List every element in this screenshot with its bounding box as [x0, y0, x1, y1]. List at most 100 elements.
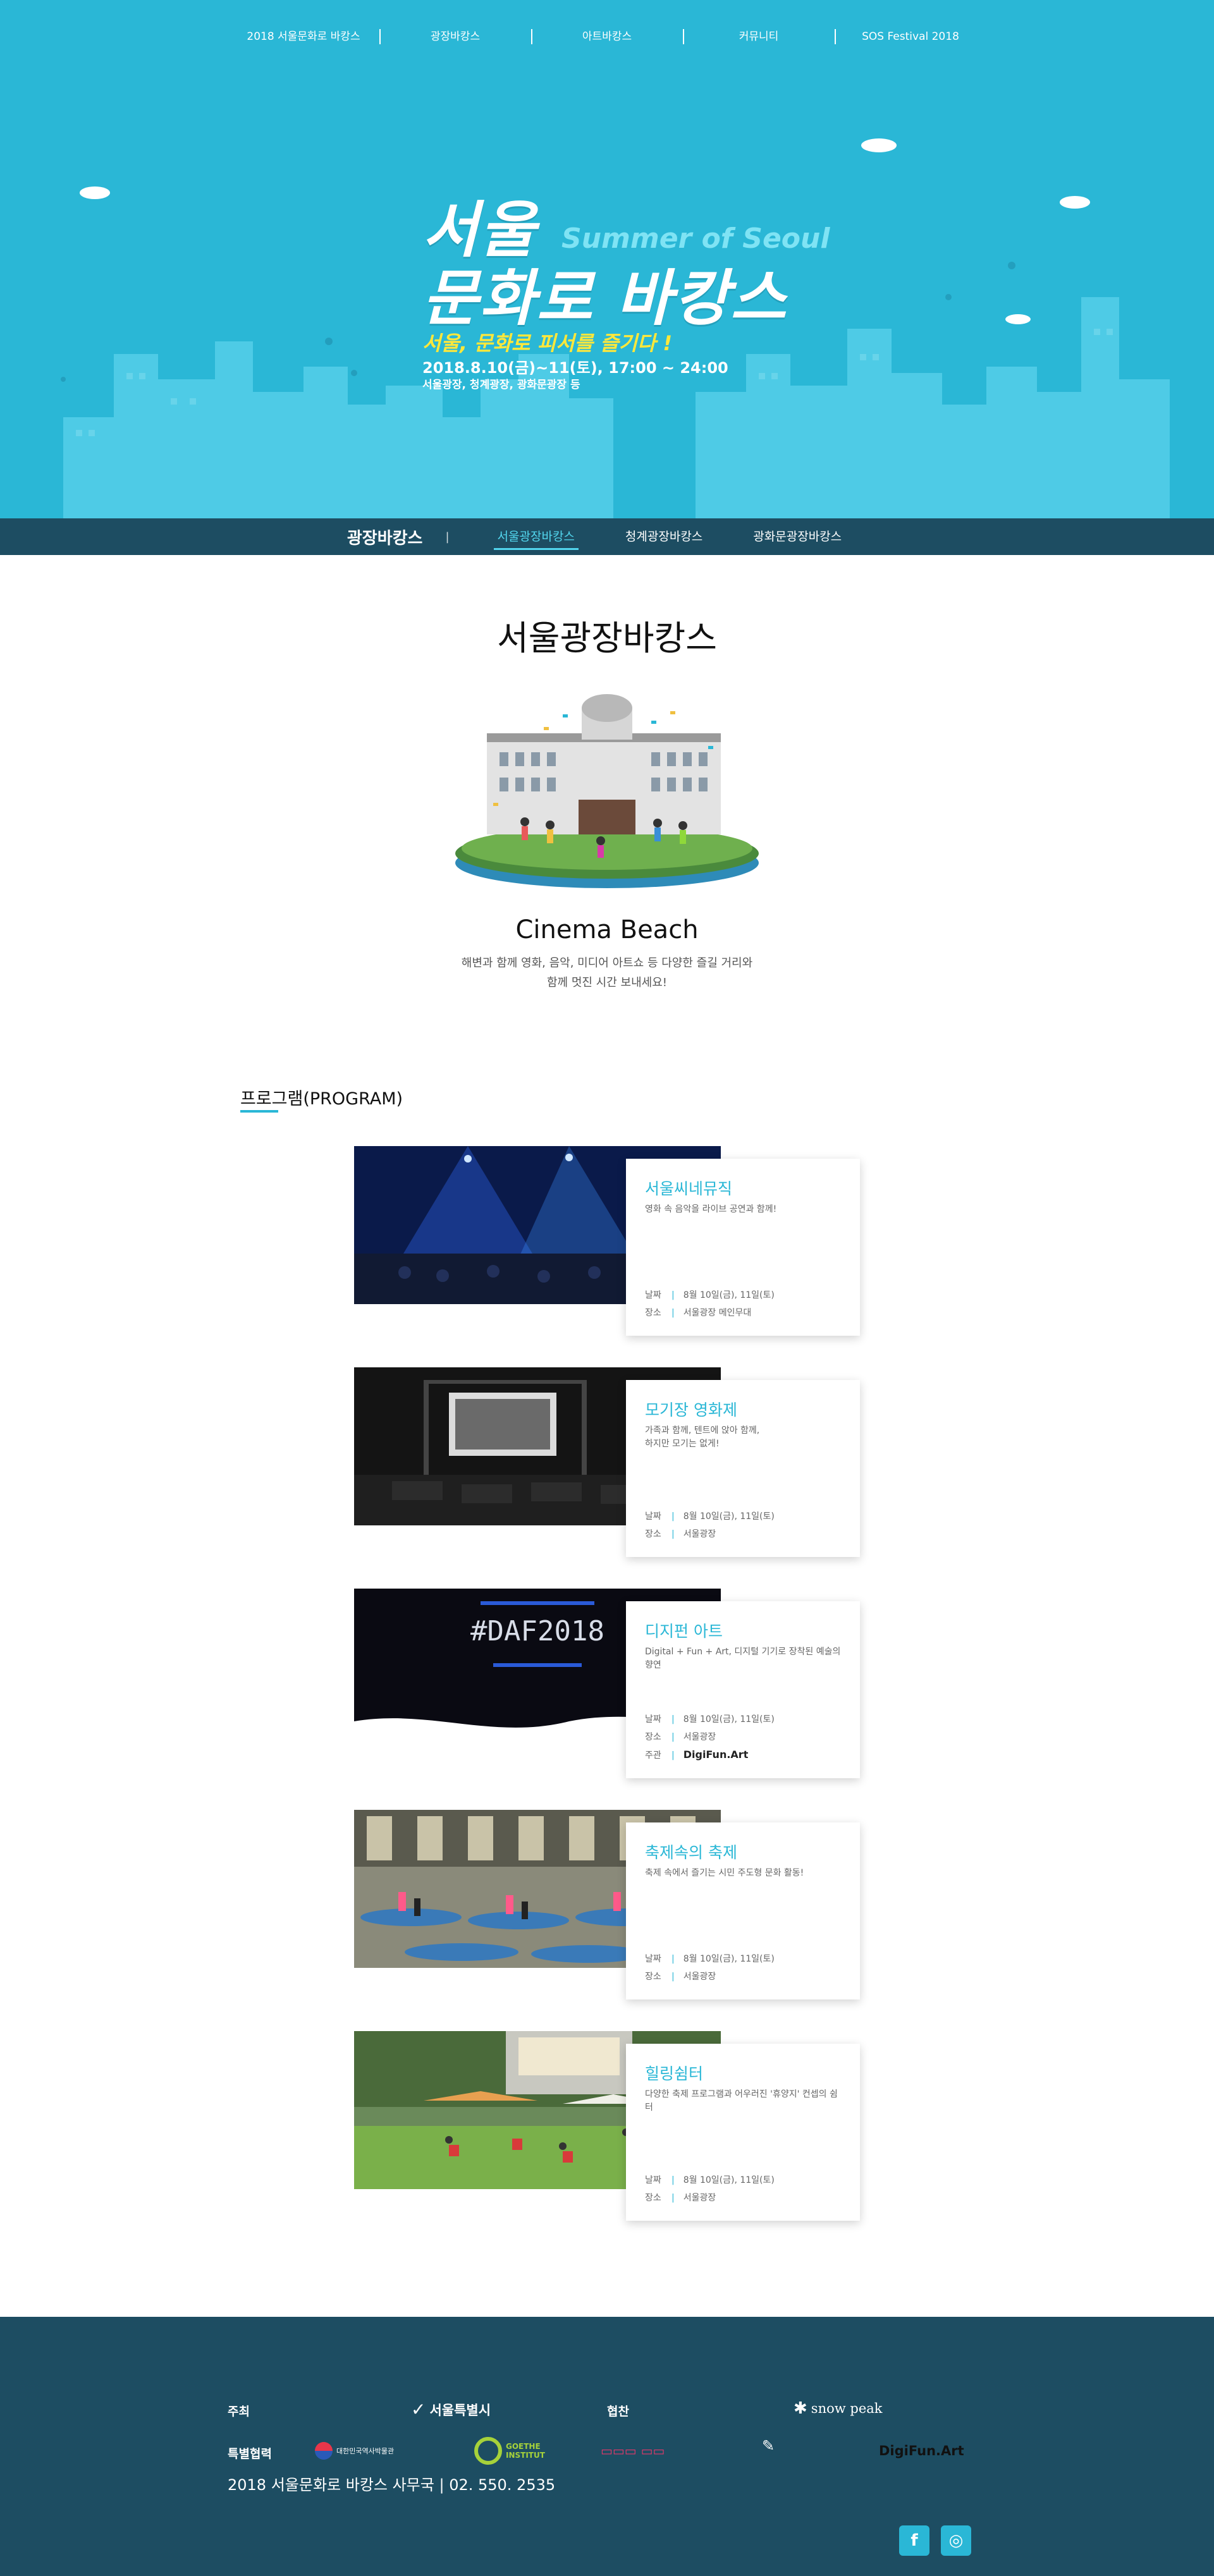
info-divider: |	[671, 1308, 675, 1318]
facebook-icon[interactable]: f	[899, 2525, 929, 2556]
info-value: 8월 10일(금), 11일(토)	[683, 1290, 775, 1300]
program-description: 다양한 축제 프로그램과 어우러진 '휴양지' 컨셉의 쉼터	[645, 2088, 841, 2115]
seoul-city-logo[interactable]: ✓ 서울특별시	[411, 2399, 491, 2420]
info-divider: |	[671, 1750, 675, 1761]
program-heading: 프로그램(PROGRAM)	[240, 1089, 403, 1109]
info-key: 날짜	[645, 1954, 661, 1964]
partner-logo-pink[interactable]: ▭▭▭ ▭▭	[601, 2443, 665, 2458]
info-divider: |	[671, 1529, 675, 1539]
program-info: 날짜 | 8월 10일(금), 11일(토) 장소 | 서울광장	[645, 1508, 775, 1543]
partner-logo-script[interactable]: ✎	[762, 2437, 775, 2455]
info-row-date: 날짜 | 8월 10일(금), 11일(토)	[645, 1286, 775, 1304]
program-desc-line1: 가족과 함께, 텐트에 앉아 함께,	[645, 1425, 760, 1436]
tab-seoul-plaza[interactable]: 서울광장바캉스	[493, 518, 579, 555]
info-row-place: 장소 | 서울광장	[645, 1525, 775, 1543]
info-row-place: 장소 | 서울광장	[645, 2189, 775, 2207]
info-key: 날짜	[645, 2175, 661, 2185]
program-card[interactable]: 서울씨네뮤직 영화 속 음악을 라이브 공연과 함께! 날짜 | 8월 10일(금)…	[626, 1159, 860, 1336]
footer-contact: 2018 서울문화로 바캉스 사무국 | 02. 550. 2535	[228, 2476, 556, 2494]
program-heading-underline	[240, 1110, 278, 1113]
info-value: 서울광장	[683, 2193, 716, 2203]
info-value: 서울광장	[683, 1529, 716, 1539]
info-key: 주관	[645, 1750, 661, 1761]
footer-sponsor-label: 협찬	[607, 2405, 629, 2419]
top-navigation: 2018 서울문화로 바캉스 광장바캉스 아트바캉스 커뮤니티 SOS Fest…	[0, 25, 1214, 48]
info-row-date: 날짜 | 8월 10일(금), 11일(토)	[645, 1711, 775, 1728]
info-row-place: 장소 | 서울광장	[645, 1728, 775, 1746]
page-title: 서울광장바캉스	[497, 618, 717, 658]
program-name: 힐링쉼터	[645, 2065, 704, 2083]
hero-title: 서울 문화로 바캉스 Summer of Seoul	[422, 196, 830, 333]
info-divider: |	[671, 1972, 675, 1982]
sub-nav-separator: |	[445, 530, 450, 544]
footer-host-label: 주최	[228, 2405, 250, 2419]
top-nav-item-art-vacance[interactable]: 아트바캉스	[531, 25, 683, 48]
goethe-circle-icon	[474, 2437, 502, 2465]
goethe-institut-logo[interactable]: GOETHE INSTITUT	[474, 2437, 556, 2465]
tab-gwanghwamun-plaza[interactable]: 광화문광장바캉스	[753, 518, 842, 555]
digifun-footer-logo[interactable]: DigiFun.Art	[879, 2443, 964, 2458]
info-key: 날짜	[645, 1290, 661, 1300]
program-card[interactable]: 모기장 영화제 가족과 함께, 텐트에 앉아 함께, 하지만 모기는 없게! 날…	[626, 1380, 860, 1557]
seoul-city-icon: ✓	[411, 2399, 426, 2420]
program-name: 축제속의 축제	[645, 1843, 737, 1862]
info-key: 날짜	[645, 1511, 661, 1522]
snowflake-icon: ✱	[794, 2399, 807, 2418]
top-nav-item-sos-festival[interactable]: SOS Festival 2018	[835, 25, 986, 48]
program-card[interactable]: 디지펀 아트 Digital + Fun + Art, 디지털 기기로 장착된 …	[626, 1601, 860, 1778]
page: 2018 서울문화로 바캉스 광장바캉스 아트바캉스 커뮤니티 SOS Fest…	[0, 0, 1214, 2576]
cinema-beach-title: Cinema Beach	[515, 915, 699, 944]
footer-partner-label: 특별협력	[228, 2447, 272, 2461]
program-name: 모기장 영화제	[645, 1401, 737, 1419]
program-name: 서울씨네뮤직	[645, 1180, 733, 1198]
seoul-plaza-illustration	[455, 694, 759, 888]
program-info: 날짜 | 8월 10일(금), 11일(토) 장소 | 서울광장 주관 | DigiFun.…	[645, 1711, 775, 1764]
program-item: #DAF2018 디지펀 아트 Digital + Fun + Art, 디지털…	[354, 1589, 860, 1778]
top-nav-item-community[interactable]: 커뮤니티	[683, 25, 835, 48]
info-divider: |	[671, 2193, 675, 2203]
info-divider: |	[671, 1290, 675, 1300]
seoul-city-text: 서울특별시	[429, 2402, 491, 2418]
hero-subtitle: Summer of Seoul	[561, 223, 830, 255]
program-info: 날짜 | 8월 10일(금), 11일(토) 장소 | 서울광장	[645, 1950, 775, 1986]
sub-nav-title: 광장바캉스	[346, 528, 423, 548]
sub-navigation: 광장바캉스 | 서울광장바캉스 청계광장바캉스 광화문광장바캉스	[0, 518, 1214, 555]
program-desc-line2: 하지만 모기는 없게!	[645, 1439, 720, 1449]
history-museum-text: 대한민국역사박물관	[336, 2447, 395, 2455]
history-museum-logo[interactable]: 대한민국역사박물관	[315, 2442, 394, 2460]
info-value: 서울광장	[683, 1732, 716, 1742]
pink-logo-mark: ▭▭▭ ▭▭	[601, 2443, 665, 2458]
info-divider: |	[671, 1714, 675, 1724]
info-value: 8월 10일(금), 11일(토)	[683, 1954, 775, 1964]
hero-slogan: 서울, 문화로 피서를 즐기다 !	[422, 331, 673, 355]
program-item: 힐링쉼터 다양한 축제 프로그램과 어우러진 '휴양지' 컨셉의 쉼터 날짜 | 8…	[354, 2031, 860, 2221]
digifun-footer-text: DigiFun.Art	[879, 2443, 964, 2458]
info-divider: |	[671, 1511, 675, 1522]
program-card[interactable]: 힐링쉼터 다양한 축제 프로그램과 어우러진 '휴양지' 컨셉의 쉼터 날짜 | 8…	[626, 2044, 860, 2221]
program-desc-line1: Digital + Fun + Art, 디지털 기기로 장착된 예술의 향연	[645, 1647, 841, 1670]
info-value: 8월 10일(금), 11일(토)	[683, 1511, 775, 1522]
taegeuk-icon	[315, 2442, 333, 2460]
program-card[interactable]: 축제속의 축제 축제 속에서 즐기는 시민 주도형 문화 활동! 날짜 | 8월 1…	[626, 1822, 860, 1999]
cinema-desc-line1: 해변과 함께 영화, 음악, 미디어 아트쇼 등 다양한 즐길 거리와	[461, 956, 753, 970]
info-key: 장소	[645, 1529, 661, 1539]
info-key: 장소	[645, 2193, 661, 2203]
snow-peak-logo[interactable]: ✱ snow peak	[794, 2399, 883, 2418]
info-key: 장소	[645, 1732, 661, 1742]
program-item: 서울씨네뮤직 영화 속 음악을 라이브 공연과 함께! 날짜 | 8월 10일(금)…	[354, 1146, 860, 1336]
program-item: 축제속의 축제 축제 속에서 즐기는 시민 주도형 문화 활동! 날짜 | 8월 1…	[354, 1810, 860, 1999]
info-row-date: 날짜 | 8월 10일(금), 11일(토)	[645, 1950, 775, 1968]
info-value: 서울광장 메인무대	[683, 1308, 752, 1318]
top-nav-item-home[interactable]: 2018 서울문화로 바캉스	[228, 25, 379, 48]
program-description: 가족과 함께, 텐트에 앉아 함께, 하지만 모기는 없게!	[645, 1424, 841, 1451]
cinema-desc-line2: 함께 멋진 시간 보내세요!	[547, 976, 667, 989]
info-value: 8월 10일(금), 11일(토)	[683, 2175, 775, 2185]
tab-cheonggye-plaza[interactable]: 청계광장바캉스	[625, 518, 702, 555]
program-description: Digital + Fun + Art, 디지털 기기로 장착된 예술의 향연	[645, 1645, 841, 1672]
program-name: 디지펀 아트	[645, 1622, 723, 1640]
info-value: 서울광장	[683, 1972, 716, 1982]
instagram-icon[interactable]: ◎	[941, 2525, 971, 2556]
top-nav-item-square-vacance[interactable]: 광장바캉스	[379, 25, 531, 48]
info-row-organizer: 주관 | DigiFun.Art	[645, 1746, 775, 1764]
program-info: 날짜 | 8월 10일(금), 11일(토) 장소 | 서울광장	[645, 2171, 775, 2207]
